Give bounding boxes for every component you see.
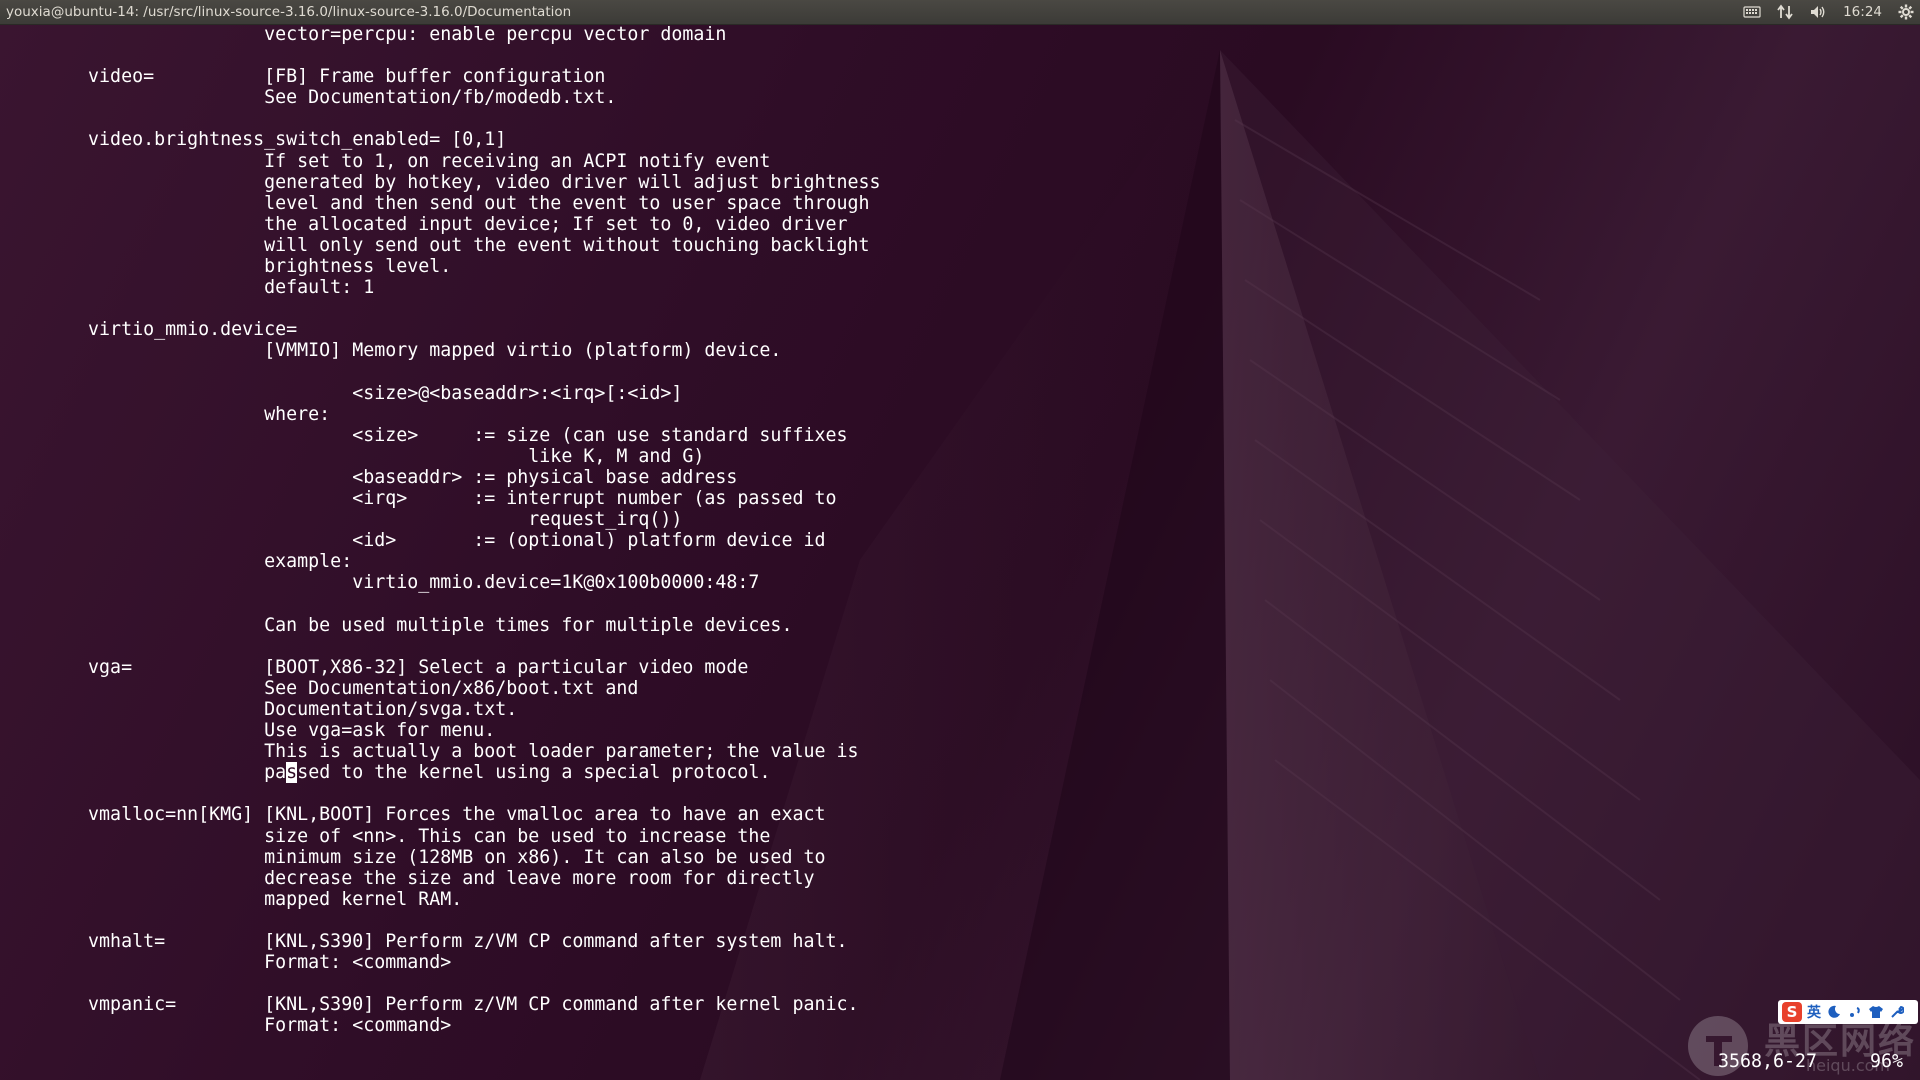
volume-icon[interactable] <box>1809 0 1827 24</box>
wrench-icon[interactable] <box>1889 1005 1905 1019</box>
desktop-screen: youxia@ubuntu-14: /usr/src/linux-source-… <box>0 0 1920 1080</box>
sogou-s-icon[interactable]: S <box>1782 1002 1802 1022</box>
moon-icon[interactable] <box>1826 1005 1842 1019</box>
shirt-icon[interactable] <box>1868 1005 1884 1019</box>
terminal-text-after-cursor: sed to the kernel using a special protoc… <box>88 762 859 1037</box>
network-arrows-icon[interactable] <box>1777 0 1793 24</box>
clock[interactable]: 16:24 <box>1843 0 1882 24</box>
vim-cursor-position: 3568,6-27 <box>1718 1051 1818 1072</box>
gear-icon[interactable] <box>1898 0 1914 24</box>
text-cursor: s <box>286 762 298 784</box>
top-panel: youxia@ubuntu-14: /usr/src/linux-source-… <box>0 0 1920 25</box>
vim-scroll-percent: 96% <box>1870 1051 1904 1072</box>
window-title: youxia@ubuntu-14: /usr/src/linux-source-… <box>6 4 572 20</box>
punctuation-icon[interactable] <box>1847 1005 1863 1019</box>
terminal-text[interactable]: vector=percpu: enable percpu vector doma… <box>0 24 881 1037</box>
panel-indicators: 16:24 <box>1743 0 1914 24</box>
keyboard-icon[interactable] <box>1743 0 1761 24</box>
terminal-text-before-cursor: vector=percpu: enable percpu vector doma… <box>88 24 881 784</box>
ime-mode-label[interactable]: 英 <box>1807 1002 1821 1022</box>
terminal-view[interactable]: vector=percpu: enable percpu vector doma… <box>0 24 1920 1080</box>
ime-status-bar[interactable]: S 英 <box>1778 1000 1918 1024</box>
